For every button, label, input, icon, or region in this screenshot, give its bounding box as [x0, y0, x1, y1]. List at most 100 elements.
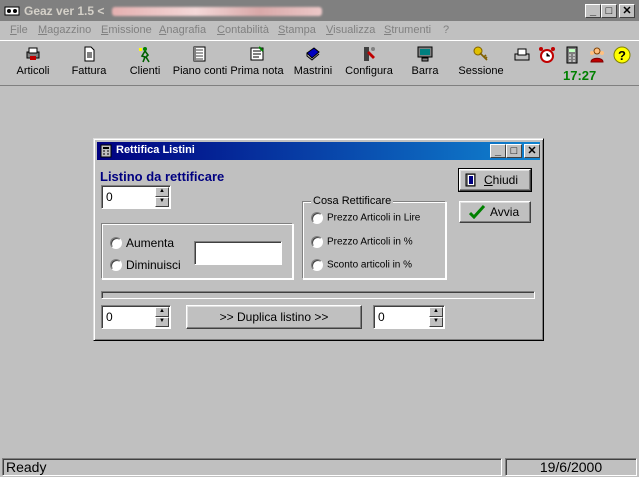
pages-icon: [193, 46, 206, 62]
radio-dot[interactable]: [311, 259, 323, 271]
barra-label: Barra: [411, 65, 439, 77]
piano-conti-button[interactable]: Piano conti: [172, 45, 228, 77]
spinner-up-button[interactable]: ▲: [429, 307, 443, 317]
radio-dot[interactable]: [311, 212, 323, 224]
articoli-label: Articoli: [16, 65, 50, 77]
configura-button[interactable]: Configura: [344, 45, 394, 77]
from-listino-spinner[interactable]: ▲ ▼: [101, 305, 171, 329]
person-icon: [139, 47, 150, 63]
clienti-button[interactable]: Clienti: [128, 45, 162, 77]
radio-dot[interactable]: [110, 259, 122, 271]
piano-conti-label: Piano conti: [172, 65, 228, 77]
clock: 17:27: [563, 68, 597, 83]
to-listino-spinner[interactable]: ▲ ▼: [373, 305, 445, 329]
sessione-label: Sessione: [458, 65, 504, 77]
listino-spinner[interactable]: ▲ ▼: [101, 185, 171, 209]
menu-emissione[interactable]: Emissione: [101, 24, 152, 36]
svg-text:?: ?: [618, 48, 626, 63]
avvia-label: Avvia: [490, 205, 520, 219]
alarm-clock-icon[interactable]: [537, 45, 557, 65]
minimize-button[interactable]: _: [585, 4, 601, 18]
menu-bar: File Magazzino Emissione Anagrafia Conta…: [0, 22, 639, 40]
opt-lire-label: Prezzo Articoli in Lire: [327, 212, 421, 224]
print-icon[interactable]: [512, 45, 532, 65]
listino-label: Listino da rettificare: [100, 169, 225, 184]
menu-strumenti[interactable]: Strumenti: [384, 24, 431, 36]
menu-contabilita[interactable]: Contabilità: [217, 24, 269, 36]
config-icon: [364, 47, 375, 61]
close-button[interactable]: ✕: [619, 4, 635, 18]
spinner-down-button[interactable]: ▼: [429, 317, 443, 327]
diminuisci-label: Diminuisci: [126, 258, 181, 272]
duplica-listino-button[interactable]: >> Duplica listino >>: [186, 305, 362, 329]
dialog-title: Rettifica Listini: [116, 144, 195, 156]
chiudi-button[interactable]: Chiudi: [458, 168, 532, 192]
cosa-rettificare-legend: Cosa Rettificare: [311, 195, 394, 207]
progress-bar: [101, 291, 535, 299]
spinner-down-button[interactable]: ▼: [155, 197, 169, 207]
key-icon: [473, 46, 488, 61]
fattura-label: Fattura: [71, 65, 107, 77]
calculator-icon[interactable]: [562, 45, 582, 65]
redacted-title-text: [112, 7, 322, 16]
fattura-button[interactable]: Fattura: [70, 45, 108, 77]
toolbar: Articoli Fattura Clienti Piano conti Pri…: [0, 40, 639, 86]
radio-dot[interactable]: [311, 236, 323, 248]
avvia-button[interactable]: Avvia: [459, 201, 531, 223]
to-listino-input[interactable]: [376, 308, 426, 326]
direction-group: Aumenta Diminuisci: [101, 223, 293, 279]
articoli-button[interactable]: Articoli: [14, 45, 52, 77]
menu-anagrafia[interactable]: Anagrafia: [159, 24, 206, 36]
monitor-icon: [417, 46, 433, 62]
app-title: Geaz ver 1.5 <: [24, 4, 105, 18]
document-icon: [84, 46, 95, 62]
aumenta-radio[interactable]: Aumenta: [110, 236, 174, 250]
users-icon[interactable]: [587, 45, 607, 65]
spinner-up-button[interactable]: ▲: [155, 187, 169, 197]
dialog-minimize-button[interactable]: _: [490, 144, 506, 158]
dialog-maximize-button[interactable]: □: [506, 144, 522, 158]
chiudi-label: Chiudi: [484, 173, 519, 187]
opt-percent-label: Prezzo Articoli in %: [327, 236, 413, 248]
prima-nota-label: Prima nota: [230, 65, 284, 77]
dialog-title-bar[interactable]: Rettifica Listini _ □ ✕: [97, 142, 540, 160]
configura-label: Configura: [345, 65, 393, 77]
status-text: Ready: [2, 458, 502, 476]
opt-sconto-radio[interactable]: Sconto articoli in %: [311, 259, 412, 271]
clienti-label: Clienti: [129, 65, 161, 77]
menu-file[interactable]: File: [10, 24, 28, 36]
app-icon: [4, 6, 20, 16]
listino-input[interactable]: [104, 188, 152, 206]
sessione-button[interactable]: Sessione: [456, 45, 506, 77]
maximize-button[interactable]: □: [601, 4, 617, 18]
printer-icon: [26, 47, 40, 60]
spinner-down-button[interactable]: ▼: [155, 317, 169, 327]
percent-input[interactable]: [194, 241, 282, 265]
status-bar: Ready 19/6/2000: [0, 457, 639, 477]
radio-dot[interactable]: [110, 237, 122, 249]
mastrini-label: Mastrini: [293, 65, 333, 77]
opt-lire-radio[interactable]: Prezzo Articoli in Lire: [311, 212, 420, 224]
dialog-close-button[interactable]: ✕: [524, 144, 540, 158]
opt-sconto-label: Sconto articoli in %: [327, 259, 413, 271]
diminuisci-radio[interactable]: Diminuisci: [110, 258, 181, 272]
main-title-bar[interactable]: Geaz ver 1.5 < _ □ ✕: [0, 0, 639, 22]
barra-button[interactable]: Barra: [410, 45, 440, 77]
rettifica-listini-dialog: Rettifica Listini _ □ ✕ Listino da retti…: [93, 138, 544, 341]
menu-help[interactable]: ?: [443, 24, 449, 36]
opt-percent-radio[interactable]: Prezzo Articoli in %: [311, 236, 413, 248]
calculator-icon: [100, 144, 112, 158]
help-icon[interactable]: ?: [612, 45, 632, 65]
status-date: 19/6/2000: [505, 458, 637, 476]
book-icon: [306, 47, 320, 61]
aumenta-label: Aumenta: [126, 236, 175, 250]
menu-stampa[interactable]: Stampa: [278, 24, 316, 36]
spinner-up-button[interactable]: ▲: [155, 307, 169, 317]
menu-visualizza[interactable]: Visualizza: [326, 24, 375, 36]
menu-magazzino[interactable]: Magazzino: [38, 24, 91, 36]
checkmark-icon: [469, 205, 485, 219]
prima-nota-button[interactable]: Prima nota: [230, 45, 284, 77]
door-icon: [465, 173, 476, 187]
mastrini-button[interactable]: Mastrini: [292, 45, 334, 77]
from-listino-input[interactable]: [104, 308, 152, 326]
